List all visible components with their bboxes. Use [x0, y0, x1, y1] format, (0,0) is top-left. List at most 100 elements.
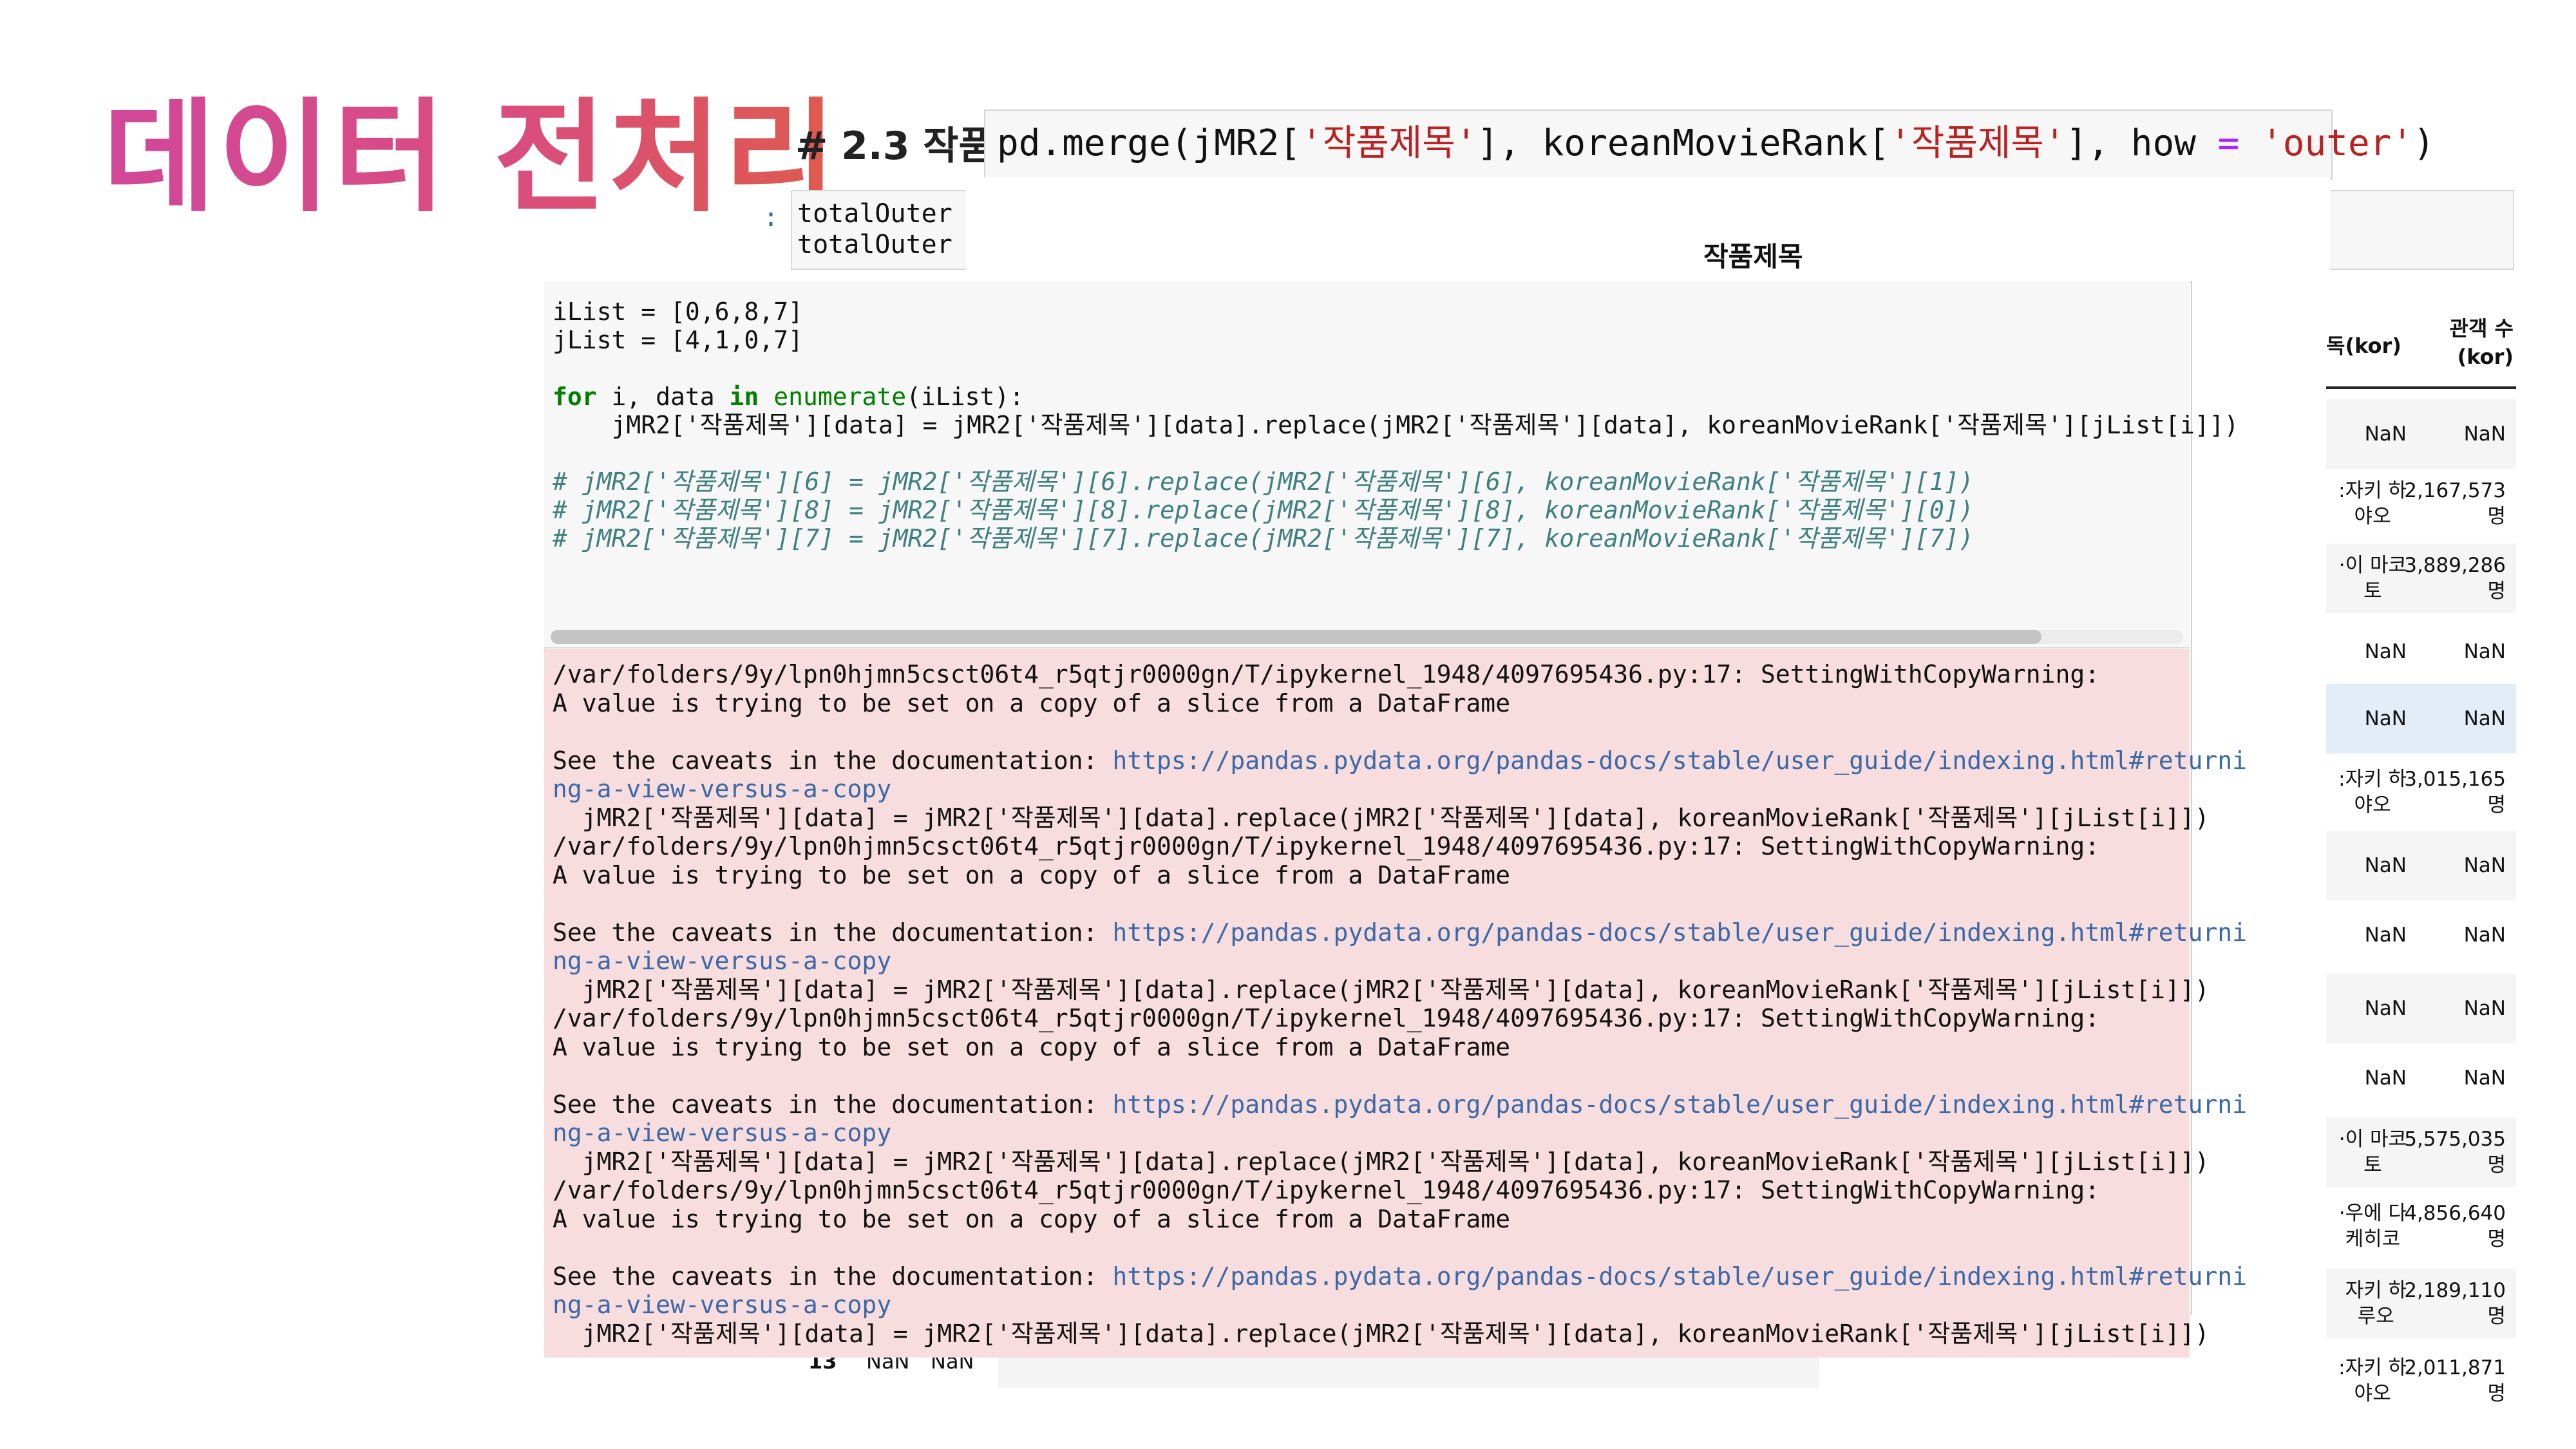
documentation-link[interactable]: https://pandas.pydata.org/pandas-docs/st…: [1112, 746, 2247, 775]
table-cell-director: :자키 하 야오: [2338, 1356, 2407, 1405]
code-token: ): [2413, 122, 2435, 164]
table-header: 독(kor) 관객 수 (kor): [2326, 296, 2516, 389]
table-cell-director: NaN: [2364, 997, 2407, 1020]
table-row: ·이 마코 토 3,889,286 명: [2326, 544, 2516, 613]
code-token: iList = [0,6,8,7]: [553, 298, 803, 326]
table-cell-director: NaN: [2364, 1066, 2407, 1090]
code-token: pd.merge(jMR2[: [997, 122, 1302, 164]
documentation-link[interactable]: https://pandas.pydata.org/pandas-docs/st…: [1112, 918, 2247, 947]
code-line: jList = [4,1,0,7]: [553, 326, 2239, 354]
documentation-link[interactable]: ng-a-view-versus-a-copy: [553, 775, 2247, 804]
documentation-link[interactable]: ng-a-view-versus-a-copy: [553, 1291, 2247, 1320]
code-token: jMR2['작품제목'][data] = jMR2['작품제목'][data].…: [553, 411, 2239, 439]
warning-code-echo: jMR2['작품제목'][data] = jMR2['작품제목'][data].…: [553, 1147, 2210, 1176]
caveats-line: See the caveats in the documentation: ht…: [553, 918, 2247, 947]
table-cell-director: NaN: [2364, 422, 2407, 446]
table-row: :자키 하 야오 2,011,871 명: [2326, 1346, 2516, 1416]
background-cell-code: totalOuter = totalOuter: [797, 199, 983, 260]
cell-prompt: :: [763, 203, 779, 232]
table-cell-audience: 2,189,110 명: [2404, 1279, 2506, 1328]
table-cell-director: ·이 마코 토: [2338, 554, 2407, 603]
table-cell-director: ·우에 다 케히코: [2338, 1202, 2407, 1251]
table-cell-audience: 5,575,035 명: [2404, 1128, 2506, 1177]
table-cell-audience: NaN: [2463, 854, 2506, 877]
column-header-director: 독(kor): [2326, 334, 2401, 358]
code-editor[interactable]: iList = [0,6,8,7] jList = [4,1,0,7] for i…: [553, 298, 2239, 553]
table-cell-director: NaN: [2364, 923, 2407, 947]
warning-code-echo: jMR2['작품제목'][data] = jMR2['작품제목'][data].…: [553, 975, 2210, 1004]
warning-message: A value is trying to be set on a copy of…: [553, 1204, 1511, 1233]
warning-path: /var/folders/9y/lpn0hjmn5csct06t4_r5qtjr…: [553, 832, 2100, 860]
warning-log: /var/folders/9y/lpn0hjmn5csct06t4_r5qtjr…: [553, 660, 2247, 1348]
header-strip: [966, 177, 2330, 280]
warning-path: /var/folders/9y/lpn0hjmn5csct06t4_r5qtjr…: [553, 1004, 2100, 1032]
table-cell-director: ·이 마코 토: [2338, 1128, 2407, 1177]
caveats-line: See the caveats in the documentation: ht…: [553, 1090, 2247, 1119]
table-cell-audience: NaN: [2463, 923, 2506, 947]
code-keyword: for: [553, 383, 597, 411]
table-cell-director: NaN: [2364, 640, 2407, 663]
warning-message: A value is trying to be set on a copy of…: [553, 860, 1511, 889]
table-cell-director: 자키 하 루오: [2345, 1279, 2407, 1328]
warning-code-echo: jMR2['작품제목'][data] = jMR2['작품제목'][data].…: [553, 1319, 2210, 1348]
table-cell-audience: NaN: [2463, 640, 2506, 663]
code-keyword: in: [729, 383, 759, 411]
table-cell-director: NaN: [2364, 854, 2407, 877]
code-token: jList = [4,1,0,7]: [553, 326, 803, 354]
table-cell-audience: 3,889,286 명: [2404, 554, 2506, 603]
table-cell-audience: 2,011,871 명: [2404, 1356, 2506, 1405]
table-row: NaN NaN: [2326, 617, 2516, 687]
code-comment: # jMR2['작품제목'][6] = jMR2['작품제목'][6].repl…: [553, 468, 1974, 496]
table-row: NaN NaN: [2326, 900, 2516, 970]
documentation-link[interactable]: https://pandas.pydata.org/pandas-docs/st…: [1112, 1262, 2247, 1291]
table-cell-director: NaN: [2364, 707, 2407, 730]
warning-message: A value is trying to be set on a copy of…: [553, 1032, 1511, 1061]
merge-code-line: pd.merge(jMR2['작품제목'], koreanMovieRank['…: [997, 124, 2435, 164]
scrollbar-thumb[interactable]: [551, 630, 2041, 644]
documentation-link[interactable]: ng-a-view-versus-a-copy: [553, 947, 2247, 976]
code-token: (iList):: [906, 383, 1025, 411]
code-string: '작품제목': [1889, 122, 2066, 164]
documentation-link[interactable]: https://pandas.pydata.org/pandas-docs/st…: [1112, 1090, 2247, 1119]
code-line: for i, data in enumerate(iList):: [553, 383, 2239, 411]
warning-path: /var/folders/9y/lpn0hjmn5csct06t4_r5qtjr…: [553, 660, 2100, 688]
table-row: NaN NaN: [2326, 974, 2516, 1043]
table-cell-audience: NaN: [2463, 422, 2506, 446]
table-row: NaN NaN: [2326, 399, 2516, 469]
warning-path: /var/folders/9y/lpn0hjmn5csct06t4_r5qtjr…: [553, 1176, 2100, 1204]
column-header-audience: 관객 수 (kor): [2449, 316, 2514, 369]
table-row: NaN NaN: [2326, 684, 2516, 753]
warning-code-echo: jMR2['작품제목'][data] = jMR2['작품제목'][data].…: [553, 803, 2210, 832]
caveats-text: See the caveats in the documentation:: [553, 918, 1113, 947]
caveats-text: See the caveats in the documentation:: [553, 1262, 1113, 1291]
table-cell-audience: NaN: [2463, 707, 2506, 730]
code-line: jMR2['작품제목'][data] = jMR2['작품제목'][data].…: [553, 411, 2239, 439]
table-row: ·이 마코 토 5,575,035 명: [2326, 1117, 2516, 1187]
code-token: ], how: [2065, 122, 2218, 164]
code-comment: # jMR2['작품제목'][8] = jMR2['작품제목'][8].repl…: [553, 496, 1974, 524]
caveats-text: See the caveats in the documentation:: [553, 746, 1113, 775]
documentation-link[interactable]: ng-a-view-versus-a-copy: [553, 1119, 2247, 1148]
table-cell-audience: 3,015,165 명: [2404, 768, 2506, 817]
code-comment: # jMR2['작품제목'][7] = jMR2['작품제목'][7].repl…: [553, 524, 1974, 553]
table-cell-audience: NaN: [2463, 997, 2506, 1020]
table-row: ·우에 다 케히코 4,856,640 명: [2326, 1191, 2516, 1261]
code-string: '작품제목': [1301, 122, 1477, 164]
table-row: NaN NaN: [2326, 1043, 2516, 1113]
table-row: NaN NaN: [2326, 831, 2516, 900]
code-string: 'outer': [2261, 122, 2414, 164]
column-header-title: 작품제목: [1703, 241, 1803, 272]
code-token: i, data: [596, 383, 730, 411]
table-cell-audience: 2,167,573 명: [2404, 479, 2506, 528]
code-operator: =: [2217, 122, 2240, 164]
table-cell-director: :자키 하 야오: [2338, 768, 2407, 817]
code-line: iList = [0,6,8,7]: [553, 298, 2239, 326]
code-token: ], koreanMovieRank[: [1477, 122, 1890, 164]
